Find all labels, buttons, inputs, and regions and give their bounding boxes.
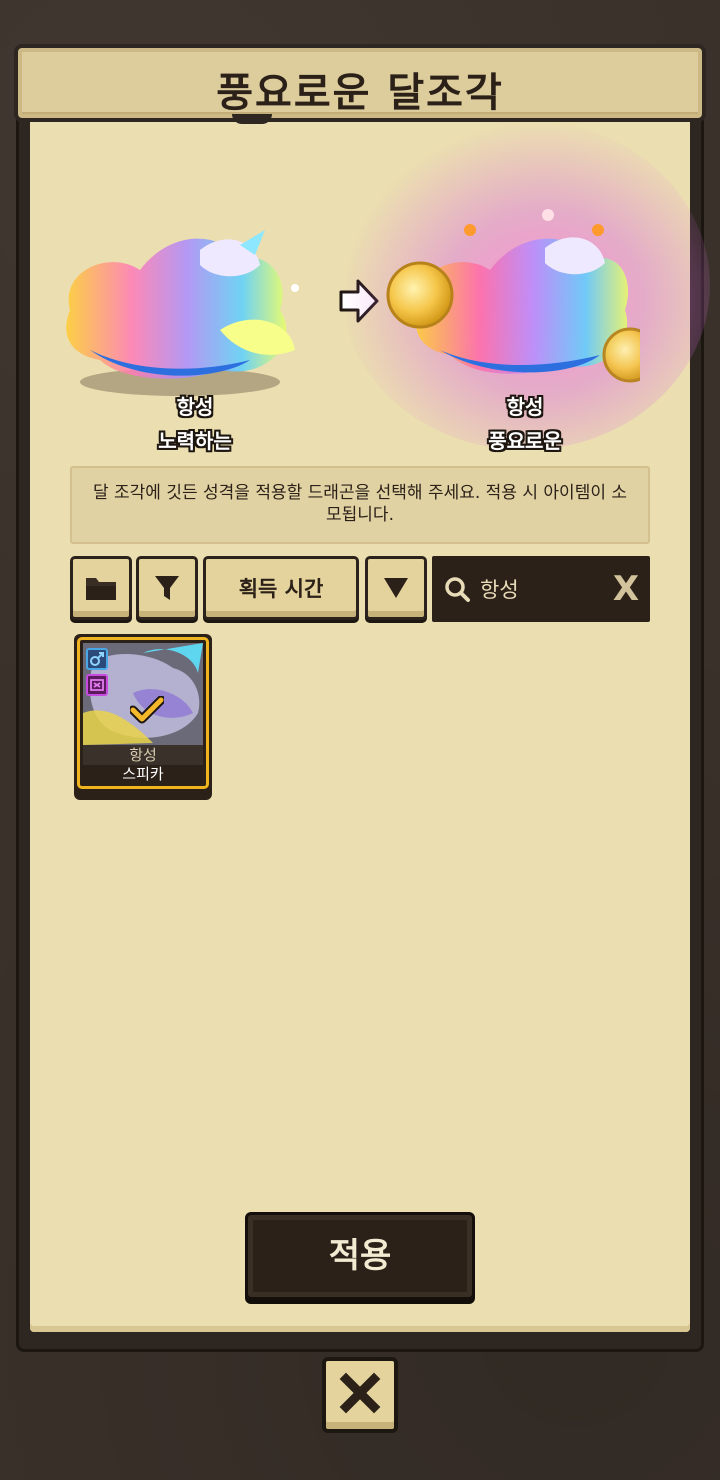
dragon-before-personality: 노력하는 [158, 429, 232, 453]
filter-icon [155, 576, 179, 600]
dragon-after-species: 항성 [506, 395, 544, 419]
search-bar: X [432, 556, 650, 622]
search-icon [445, 577, 470, 602]
folder-button[interactable] [70, 556, 132, 620]
dragon-before-label: 항성 노력하는 [110, 390, 280, 458]
dragon-card-caption: 항성 스피카 [83, 745, 203, 783]
clear-search-button[interactable]: X [606, 566, 646, 612]
check-icon [130, 696, 164, 724]
dragon-card-species: 항성 [129, 746, 157, 764]
search-input[interactable] [478, 570, 602, 608]
title-notch [232, 114, 272, 124]
type-icon [86, 674, 108, 696]
dragon-card-frame: 항성 스피카 [77, 637, 209, 789]
dragon-before-image [66, 230, 299, 396]
close-icon [339, 1372, 381, 1414]
sort-button[interactable]: 획득 시간 [203, 556, 359, 620]
dragon-card[interactable]: 항성 스피카 [74, 634, 212, 800]
dragon-card-name: 스피카 [83, 765, 203, 783]
title-banner: 풍요로운 달조각 [14, 44, 706, 122]
page-title: 풍요로운 달조각 [216, 70, 504, 116]
filter-button[interactable] [136, 556, 198, 620]
dragon-after-image [386, 209, 640, 383]
male-icon [86, 648, 108, 670]
dragon-before-species: 항성 [176, 395, 214, 419]
folder-icon [86, 578, 116, 600]
dragon-after-label: 항성 풍요로운 [440, 390, 610, 458]
info-text: 달 조각에 깃든 성격을 적용할 드래곤을 선택해 주세요. 적용 시 아이템이… [70, 466, 650, 544]
apply-button[interactable]: 적용 [245, 1212, 475, 1300]
close-button[interactable] [322, 1357, 398, 1433]
dragon-after-personality: 풍요로운 [488, 429, 562, 453]
sort-order-button[interactable] [365, 556, 427, 620]
triangle-down-icon [384, 578, 408, 598]
